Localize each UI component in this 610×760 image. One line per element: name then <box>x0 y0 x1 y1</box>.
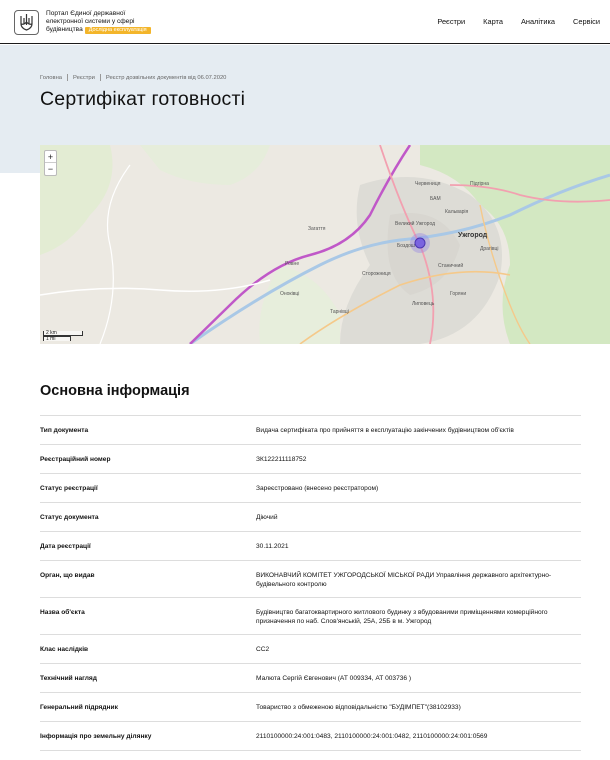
page-title: Сертифікат готовності <box>40 88 246 110</box>
row-value: ВИКОНАВЧИЙ КОМІТЕТ УЖГОРОДСЬКОЇ МІСЬКОЇ … <box>256 572 552 588</box>
row-value: 2110100000:24:001:0483, 2110100000:24:00… <box>256 733 488 740</box>
location-map[interactable]: Червениця БАМ Кальварія Підгірна Драгівц… <box>40 145 610 344</box>
map-label-horiany: Горяни <box>450 291 466 297</box>
row-value: Малюта Сергій Євгенович (АТ 009334, АТ 0… <box>256 675 412 682</box>
section-title-main-info: Основна інформація <box>40 383 190 399</box>
portal-title-line1: Портал Єдиної державної <box>46 10 126 17</box>
row-label: Статус документа <box>40 514 99 521</box>
map-label-chervenytsia: Червениця <box>415 181 441 187</box>
map-label-pidhiria: Підгірна <box>470 181 489 187</box>
beta-badge: Дослідна експлуатація <box>84 27 151 34</box>
row-value: Будівництво багатоквартирного житлового … <box>256 609 548 625</box>
map-label-bam: БАМ <box>430 196 441 202</box>
table-row: Статус документа Діючий <box>40 503 581 532</box>
table-row: Орган, що видав ВИКОНАВЧИЙ КОМІТЕТ УЖГОР… <box>40 561 581 598</box>
info-table: Тип документа Видача сертифіката про при… <box>40 415 581 751</box>
map-label-stanichnyi: Станичний <box>438 262 463 269</box>
zoom-in-button[interactable]: + <box>45 151 56 163</box>
top-header: Портал Єдиної державної електронної сист… <box>0 0 610 44</box>
table-row: Дата реєстрації 30.11.2021 <box>40 532 581 561</box>
table-row: Тип документа Видача сертифіката про при… <box>40 416 581 445</box>
table-row: Інформація про земельну ділянку 21101000… <box>40 722 581 751</box>
map-zoom-control: + − <box>44 150 57 176</box>
breadcrumb: Головна Реєстри Реєстр дозвільних докуме… <box>40 74 226 81</box>
row-value: 30.11.2021 <box>256 543 289 550</box>
nav-registries[interactable]: Реєстри <box>437 17 465 26</box>
row-label: Клас наслідків <box>40 646 89 653</box>
row-value: Видача сертифіката про прийняття в експл… <box>256 427 514 434</box>
map-label-storozhnytsia: Сторожниця <box>362 271 391 277</box>
map-scale: 2 km 1 mi <box>43 331 83 342</box>
map-tiles: Червениця БАМ Кальварія Підгірна Драгівц… <box>40 145 610 344</box>
nav-services[interactable]: Сервіси <box>573 17 600 26</box>
breadcrumb-home[interactable]: Головна <box>40 75 62 81</box>
nav-map[interactable]: Карта <box>483 17 503 26</box>
table-row: Клас наслідків СС2 <box>40 635 581 664</box>
map-label-kalvariia: Кальварія <box>445 209 468 215</box>
row-value: СС2 <box>256 646 270 653</box>
breadcrumb-separator <box>67 74 69 81</box>
map-label-tarnovtsi: Тарнівці <box>330 309 349 315</box>
map-label-velykyi: Великий Ужгород <box>395 220 435 227</box>
map-label-onokivtsi: Оноківці <box>280 291 299 297</box>
table-row: Статус реєстрації Зареєстровано (внесено… <box>40 474 581 503</box>
map-label-bozdosh: Боздош <box>397 243 415 249</box>
row-label: Інформація про земельну ділянку <box>40 733 152 740</box>
row-label: Назва об'єкта <box>40 609 85 616</box>
row-label: Дата реєстрації <box>40 543 91 550</box>
row-value: Зареєстровано (внесено реєстратором) <box>256 485 379 492</box>
main-nav: Реєстри Карта Аналітика Сервіси <box>419 17 600 26</box>
row-label: Технічний нагляд <box>40 675 97 682</box>
breadcrumb-permit-registry[interactable]: Реєстр дозвільних документів від 06.07.2… <box>106 75 227 81</box>
portal-title-line3: будівництва <box>46 26 83 33</box>
portal-title-line2: електронної системи у сфері <box>46 18 135 25</box>
zoom-out-button[interactable]: − <box>45 163 56 175</box>
row-label: Тип документа <box>40 427 89 434</box>
map-label-lypovets: Липовець <box>412 301 435 307</box>
breadcrumb-registries[interactable]: Реєстри <box>73 75 95 81</box>
map-label-city: Ужгород <box>458 232 488 239</box>
table-row: Реєстраційний номер ЗК122211118752 <box>40 445 581 474</box>
trident-logo-icon[interactable] <box>14 10 39 35</box>
row-label: Статус реєстрації <box>40 485 98 492</box>
row-value: ЗК122211118752 <box>256 456 307 463</box>
row-value: Діючий <box>256 514 278 521</box>
table-row: Технічний нагляд Малюта Сергій Євгенович… <box>40 664 581 693</box>
table-row: Генеральний підрядник Товариство з обмеж… <box>40 693 581 722</box>
map-label-zahattia: Загаття <box>308 226 326 232</box>
portal-title[interactable]: Портал Єдиної державної електронної сист… <box>46 10 166 34</box>
map-label-rovne: Ровне <box>285 261 299 267</box>
map-label-dravtsi: Драгівці <box>480 246 499 252</box>
row-label: Реєстраційний номер <box>40 456 111 463</box>
scale-mi: 1 mi <box>43 336 71 342</box>
row-value: Товариство з обмеженою відповідальністю … <box>256 704 461 711</box>
row-label: Генеральний підрядник <box>40 704 118 711</box>
table-row: Назва об'єкта Будівництво багатоквартирн… <box>40 598 581 635</box>
breadcrumb-separator <box>99 74 101 81</box>
nav-analytics[interactable]: Аналітика <box>521 17 555 26</box>
row-label: Орган, що видав <box>40 572 95 579</box>
